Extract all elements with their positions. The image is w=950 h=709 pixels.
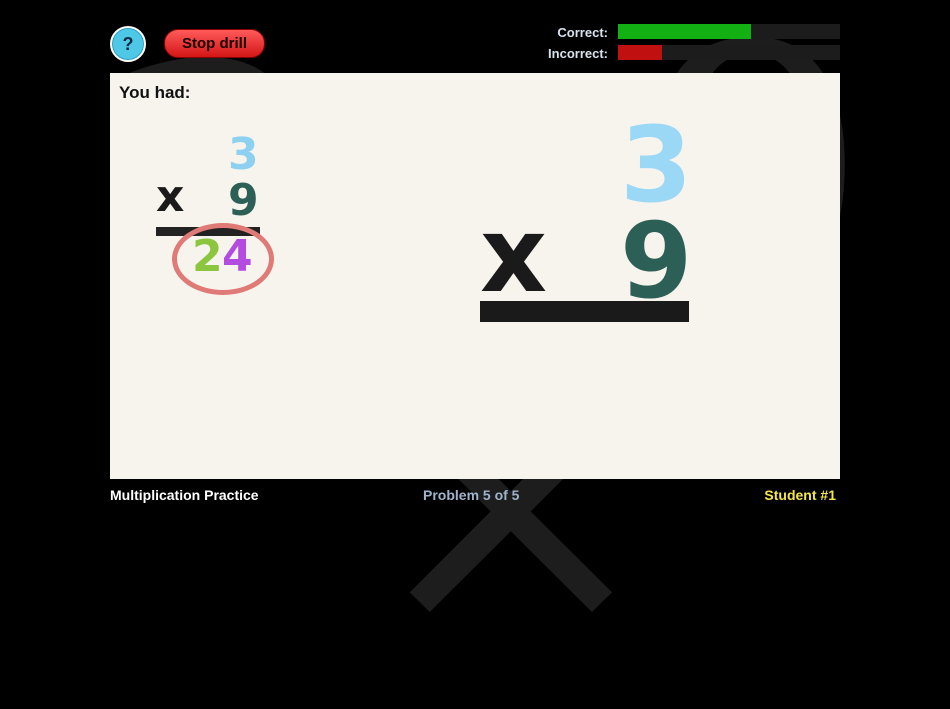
previous-operator: x [156,171,185,222]
problem-operator: x [480,194,548,316]
problem-bottom-number: 9 [620,200,693,322]
app-name: Multiplication Practice [110,487,259,503]
correct-bar-fill [618,24,752,39]
previous-answer-tens: 2 [192,231,223,282]
problem-underline [480,301,689,322]
correct-bar [618,24,840,39]
previous-answer: 3 x 9 2 4 [154,131,274,311]
chalkboard-panel: You had: 3 x 9 2 4 3 x 9 [110,73,840,479]
student-name: Student #1 [764,487,836,503]
you-had-heading: You had: [119,83,191,102]
problem-progress: Problem 5 of 5 [423,487,520,503]
correct-label: Correct: [557,25,608,40]
incorrect-bar-fill [618,45,663,60]
previous-bottom-number: 9 [228,175,259,226]
previous-answer-ones: 4 [222,231,253,282]
incorrect-label: Incorrect: [548,46,608,61]
previous-top-number: 3 [228,129,259,180]
incorrect-bar [618,45,840,60]
stop-drill-button[interactable]: Stop drill [164,29,265,58]
help-button[interactable]: ? [110,26,146,62]
current-problem: 3 x 9 [480,113,700,333]
